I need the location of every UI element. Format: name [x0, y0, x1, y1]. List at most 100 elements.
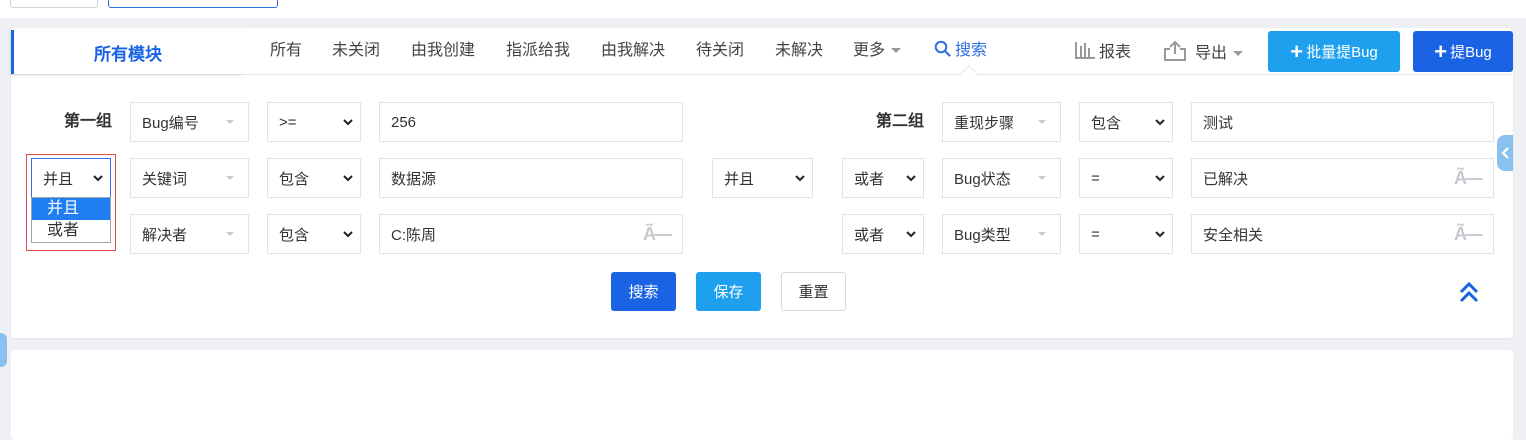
field-value: 重现步骤 — [954, 114, 1015, 132]
field-value: Bug编号 — [142, 114, 199, 132]
group2-row2-andor-select[interactable]: 或者 — [842, 158, 924, 198]
group2-row1-value-input[interactable]: 测试 — [1191, 102, 1494, 142]
field-value: Bug类型 — [954, 226, 1011, 244]
save-button[interactable]: 保存 — [696, 272, 761, 311]
batch-create-bug-label: 批量提Bug — [1306, 44, 1378, 61]
chevron-down-icon — [906, 175, 916, 182]
chevron-down-icon — [343, 175, 353, 182]
create-bug-button[interactable]: + 提Bug — [1413, 31, 1513, 72]
save-button-label: 保存 — [713, 284, 744, 301]
module-tab-label: 所有模块 — [94, 44, 162, 64]
group2-label: 第二组 — [875, 113, 924, 130]
bug-list-panel — [11, 350, 1513, 440]
chevron-down-icon — [1155, 175, 1165, 182]
group2-row3-operator-select[interactable]: = — [1079, 214, 1173, 254]
group2-row1-operator-select[interactable]: 包含 — [1079, 102, 1173, 142]
group-combine-value: 并且 — [724, 170, 755, 188]
search-button[interactable]: 搜索 — [611, 272, 676, 311]
nav-all[interactable]: 所有 — [270, 40, 302, 62]
operator-value: = — [1091, 225, 1100, 243]
module-tab[interactable]: 所有模块 — [11, 30, 254, 74]
group1-row2-operator-select[interactable]: 包含 — [267, 158, 361, 198]
group2-row2-operator-select[interactable]: = — [1079, 158, 1173, 198]
export-icon — [1164, 40, 1186, 61]
input-value: 测试 — [1203, 114, 1234, 132]
plus-icon: + — [1434, 38, 1448, 64]
chevron-down-icon — [226, 176, 234, 180]
dropdown-option-or[interactable]: 或者 — [32, 220, 110, 242]
input-value: 已解决 — [1203, 170, 1249, 188]
operator-value: = — [1091, 169, 1100, 187]
clear-icon[interactable]: Ã— — [1454, 168, 1483, 189]
chevron-down-icon — [1038, 120, 1046, 124]
group1-label: 第一组 — [63, 113, 112, 130]
plus-icon: + — [1290, 38, 1304, 64]
field-value: 关键词 — [142, 170, 188, 188]
nav-search[interactable]: 搜索 — [934, 40, 987, 62]
clear-icon[interactable]: Ã— — [1454, 224, 1483, 245]
chevron-down-icon — [906, 231, 916, 238]
group1-row1-value-input[interactable]: 256 — [379, 102, 683, 142]
group2-row2-field-select[interactable]: Bug状态 — [942, 158, 1061, 198]
nav-unclosed[interactable]: 未关闭 — [332, 40, 380, 62]
nav-more-label: 更多 — [853, 42, 886, 59]
chevron-down-icon — [1155, 119, 1165, 126]
side-expand-tab[interactable] — [1497, 135, 1513, 171]
chevron-down-icon — [226, 120, 234, 124]
report-button[interactable]: 报表 — [1074, 40, 1131, 62]
group1-row2-value-input[interactable]: 数据源 — [379, 158, 683, 198]
input-value: 安全相关 — [1203, 226, 1264, 244]
report-label: 报表 — [1099, 44, 1132, 61]
reset-button[interactable]: 重置 — [781, 272, 846, 311]
group-combine-select[interactable]: 并且 — [712, 158, 813, 198]
dropdown-option-and[interactable]: 并且 — [32, 198, 110, 220]
export-button[interactable]: 导出 — [1163, 40, 1244, 62]
group2-row3-andor-select[interactable]: 或者 — [842, 214, 924, 254]
clear-icon[interactable]: Ã— — [643, 224, 672, 245]
side-collapse-tab[interactable] — [0, 333, 7, 367]
operator-value: 包含 — [279, 226, 310, 244]
nav-more[interactable]: 更多 — [853, 40, 902, 62]
input-value: 256 — [391, 113, 417, 131]
group1-row3-field-select[interactable]: 解决者 — [130, 214, 249, 254]
operator-value: 包含 — [1091, 114, 1122, 132]
group2-row1-field-select[interactable]: 重现步骤 — [942, 102, 1061, 142]
chevron-down-icon — [795, 175, 805, 182]
group1-row1-operator-select[interactable]: >= — [267, 102, 361, 142]
nav-created-by-me[interactable]: 由我创建 — [411, 40, 475, 62]
chevron-left-icon — [1500, 147, 1509, 159]
group2-row3-field-select[interactable]: Bug类型 — [942, 214, 1061, 254]
andor-value: 或者 — [854, 170, 885, 188]
andor-value: 或者 — [854, 226, 885, 244]
input-value: 数据源 — [391, 170, 437, 188]
export-label: 导出 — [1195, 45, 1228, 62]
operator-value: 包含 — [279, 170, 310, 188]
andor-dropdown-list: 并且 或者 — [31, 197, 111, 243]
create-bug-label: 提Bug — [1450, 44, 1492, 61]
breadcrumb-item-active[interactable] — [108, 0, 278, 8]
group1-row2-field-select[interactable]: 关键词 — [130, 158, 249, 198]
collapse-up-icon[interactable] — [1458, 281, 1480, 303]
group2-row3-value-input[interactable]: 安全相关 Ã— — [1191, 214, 1494, 254]
chevron-down-icon — [1038, 232, 1046, 236]
group1-row3-value-input[interactable]: C:陈周 Ã— — [379, 214, 683, 254]
chevron-down-icon — [1038, 176, 1046, 180]
chevron-down-icon — [1233, 51, 1244, 57]
group1-row3-operator-select[interactable]: 包含 — [267, 214, 361, 254]
batch-create-bug-button[interactable]: + 批量提Bug — [1268, 31, 1400, 72]
group2-row2-value-input[interactable]: 已解决 Ã— — [1191, 158, 1494, 198]
input-value: C:陈周 — [391, 226, 437, 244]
operator-value: >= — [279, 113, 297, 131]
field-value: Bug状态 — [954, 170, 1011, 188]
chevron-down-icon — [1155, 231, 1165, 238]
chevron-down-icon — [343, 231, 353, 238]
nav-to-close[interactable]: 待关闭 — [696, 40, 744, 62]
nav-unresolved[interactable]: 未解决 — [775, 40, 823, 62]
breadcrumb-item[interactable] — [10, 0, 98, 8]
nav-resolved-by-me[interactable]: 由我解决 — [601, 40, 665, 62]
nav-assigned-to-me[interactable]: 指派给我 — [506, 40, 570, 62]
chevron-down-icon — [891, 48, 902, 54]
field-value: 解决者 — [142, 226, 188, 244]
group1-row1-field-select[interactable]: Bug编号 — [130, 102, 249, 142]
nav-search-label: 搜索 — [955, 42, 988, 59]
